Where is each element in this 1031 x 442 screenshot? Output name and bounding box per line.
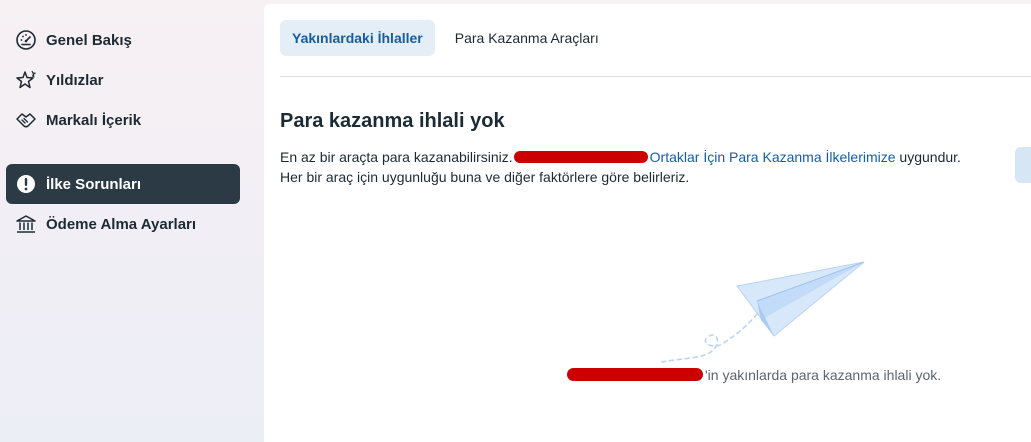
tab-yakinlardaki-ihlaller[interactable]: Yakınlardaki İhlaller bbox=[280, 20, 435, 56]
alert-circle-icon bbox=[15, 173, 37, 195]
sidebar-item-odeme-alma-ayarlari[interactable]: Ödeme Alma Ayarları bbox=[6, 204, 240, 244]
redacted-name bbox=[513, 151, 648, 163]
sidebar: Genel Bakış Yıldızlar Markalı İçerik İlk… bbox=[0, 0, 263, 442]
sidebar-item-label: Yıldızlar bbox=[46, 71, 104, 89]
handshake-icon bbox=[15, 109, 37, 131]
page-title: Para kazanma ihlali yok bbox=[280, 110, 505, 132]
empty-state-message: 'in yakınlarda para kazanma ihlali yok. bbox=[567, 367, 941, 383]
sidebar-item-label: İlke Sorunları bbox=[46, 175, 142, 193]
side-action-button[interactable] bbox=[1015, 147, 1031, 183]
empty-state-text: 'in yakınlarda para kazanma ihlali yok. bbox=[705, 367, 942, 383]
sidebar-item-ilke-sorunlari[interactable]: İlke Sorunları bbox=[6, 164, 240, 204]
tab-bar: Yakınlardaki İhlaller Para Kazanma Araçl… bbox=[280, 20, 611, 56]
sidebar-item-yildizlar[interactable]: Yıldızlar bbox=[6, 60, 240, 100]
sidebar-item-label: Ödeme Alma Ayarları bbox=[46, 215, 197, 233]
paper-plane-icon bbox=[657, 256, 867, 371]
bank-icon bbox=[15, 213, 37, 235]
tab-divider bbox=[280, 76, 1031, 77]
description: En az bir araçta para kazanabilirsiniz. O… bbox=[280, 147, 980, 187]
description-text: En az bir araçta para kazanabilirsiniz. bbox=[280, 149, 513, 165]
stars-icon bbox=[15, 69, 37, 91]
description-line-1: En az bir araçta para kazanabilirsiniz. O… bbox=[280, 147, 980, 167]
gauge-icon bbox=[15, 29, 37, 51]
main-panel: Yakınlardaki İhlaller Para Kazanma Araçl… bbox=[264, 4, 1031, 442]
monetization-policies-link[interactable]: Ortaklar İçin Para Kazanma İlkelerimize bbox=[650, 149, 896, 165]
description-text-end: uygundur. bbox=[895, 149, 961, 165]
description-line-2: Her bir araç için uygunluğu buna ve diğe… bbox=[280, 169, 690, 185]
sidebar-item-label: Genel Bakış bbox=[46, 31, 132, 49]
tab-para-kazanma-araclari[interactable]: Para Kazanma Araçları bbox=[443, 20, 611, 56]
sidebar-item-markali-icerik[interactable]: Markalı İçerik bbox=[6, 100, 240, 140]
sidebar-item-label: Markalı İçerik bbox=[46, 111, 142, 129]
redacted-name bbox=[567, 368, 703, 381]
sidebar-item-genel-bakis[interactable]: Genel Bakış bbox=[6, 20, 240, 60]
